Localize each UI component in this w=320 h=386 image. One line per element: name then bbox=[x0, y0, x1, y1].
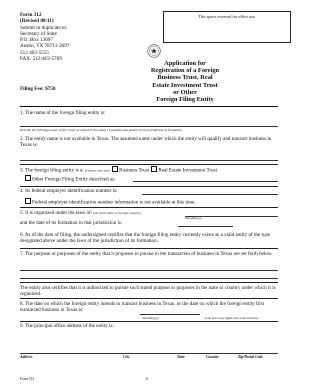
footer-form-number: Form 312 bbox=[20, 377, 35, 381]
item-7b-text: The entity also certifies that it is aut… bbox=[20, 285, 276, 298]
assumed-name-field[interactable] bbox=[20, 160, 278, 161]
formation-date-format: mm/dd/yyyy bbox=[185, 216, 202, 220]
form-header: Form 312 (Revised 08/11) Submit in dupli… bbox=[20, 12, 115, 62]
filing-fee: Filing Fee: $750 bbox=[20, 86, 56, 92]
other-entity-checkbox[interactable] bbox=[25, 175, 31, 181]
country-label: Country bbox=[206, 355, 219, 359]
office-use-box: This space reserved for office use. bbox=[163, 11, 291, 43]
title-line: Foreign Filing Entity bbox=[156, 96, 214, 104]
purpose-field-line[interactable] bbox=[20, 278, 278, 279]
section-divider bbox=[20, 282, 278, 283]
section-divider bbox=[20, 106, 278, 107]
city-label: City bbox=[123, 355, 130, 359]
section-divider bbox=[20, 298, 278, 299]
section-divider bbox=[20, 248, 278, 249]
purpose-field-line[interactable] bbox=[20, 270, 278, 271]
item-4-alt-row: Federal employer identification number i… bbox=[24, 198, 282, 206]
office-use-label: This space reserved for office use. bbox=[198, 14, 256, 19]
item-5-note: (set forth state or foreign country) bbox=[93, 211, 142, 215]
fein-not-available-label: Federal employer identification number i… bbox=[32, 199, 196, 206]
address-label: Address bbox=[20, 355, 33, 359]
other-entity-description-field[interactable] bbox=[133, 181, 278, 182]
item-9-label: 9. The principal office address of the e… bbox=[20, 323, 114, 329]
item-2-label: 2. The entity name is not available in T… bbox=[20, 136, 272, 149]
title-line: or Other bbox=[173, 88, 197, 96]
fein-field[interactable] bbox=[142, 194, 278, 195]
reit-checkbox[interactable] bbox=[151, 166, 158, 172]
business-trust-checkbox[interactable] bbox=[112, 166, 119, 172]
other-entity-label: Other Foreign Filing Entity described as… bbox=[32, 176, 116, 183]
item-8-text: 8. The date on which the foreign entity … bbox=[20, 301, 265, 314]
fein-not-available-checkbox[interactable] bbox=[25, 198, 31, 204]
item-3-choose-note: (choose only one) bbox=[85, 168, 110, 173]
title-line: Application for bbox=[164, 60, 206, 67]
item-6-text: 6. As of the date of filing, the undersi… bbox=[20, 232, 271, 245]
form-title: Application for Registration of a Foreig… bbox=[140, 60, 230, 103]
reit-label: Real Estate Investment Trust bbox=[158, 167, 218, 174]
page-number: 8 bbox=[146, 377, 148, 381]
item-7-text: 7. The purpose or purposes of the entity… bbox=[20, 251, 273, 257]
item-5-label: 5. It is organized under the laws of: bbox=[20, 210, 93, 216]
principal-address-field[interactable] bbox=[20, 353, 278, 354]
section-divider bbox=[20, 164, 278, 165]
item-1-label: 1. The name of the foreign filing entity… bbox=[20, 110, 106, 116]
item-3-row: 3. The foreign filing entity is a: (choo… bbox=[20, 166, 278, 174]
submit-line: FAX: 512/463-5709 bbox=[20, 56, 62, 63]
state-label: State bbox=[177, 355, 185, 359]
state-seal-icon bbox=[147, 44, 161, 58]
formation-date-field[interactable] bbox=[178, 226, 233, 227]
item-1-note: Provide the full legal name of the entit… bbox=[20, 128, 183, 132]
section-divider bbox=[20, 321, 278, 322]
title-line: Registration of a Foreign bbox=[150, 67, 220, 75]
business-trust-label: Business Trust bbox=[119, 167, 150, 174]
section-divider bbox=[20, 207, 278, 208]
zip-label: Zip/Postal Code bbox=[238, 355, 263, 359]
title-line: Business Trust, Real bbox=[157, 74, 213, 82]
section-divider bbox=[20, 186, 278, 187]
title-line: Estate Investment Trust bbox=[152, 81, 218, 89]
item-3-label: 3. The foreign filing entity is a: bbox=[20, 167, 84, 174]
